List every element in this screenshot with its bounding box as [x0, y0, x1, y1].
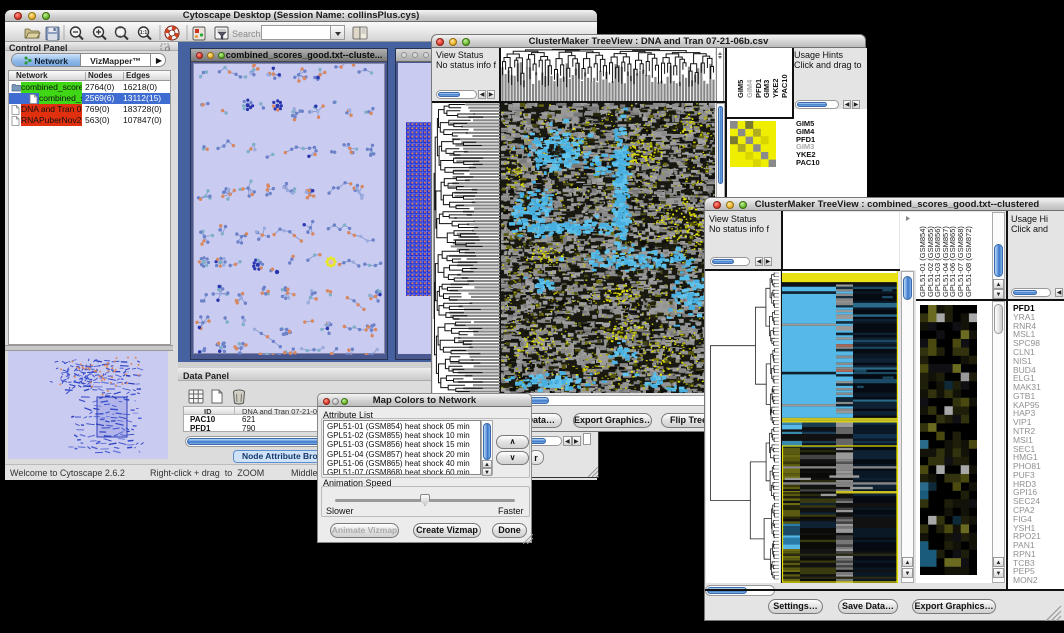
svg-text:1:1: 1:1	[140, 30, 147, 36]
